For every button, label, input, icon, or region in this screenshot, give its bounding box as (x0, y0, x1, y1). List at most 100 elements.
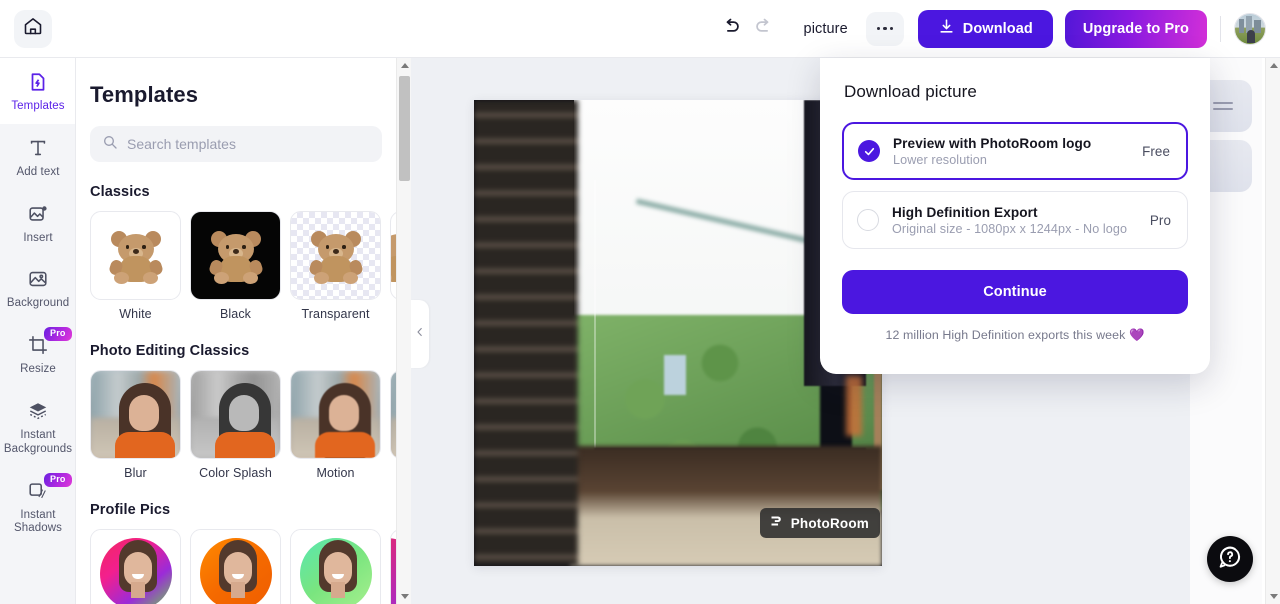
sidebar-item-label: Resize (20, 363, 56, 376)
home-button[interactable] (14, 9, 52, 48)
template-item[interactable]: White (90, 211, 181, 321)
download-icon (938, 18, 955, 39)
continue-button[interactable]: Continue (842, 270, 1188, 314)
upgrade-button-label: Upgrade to Pro (1082, 20, 1189, 37)
section-title-classics: Classics (90, 184, 150, 200)
help-question-icon (1217, 544, 1243, 575)
download-modal: Download picture Preview with PhotoRoom … (820, 58, 1210, 374)
redo-button[interactable] (748, 12, 782, 46)
sidebar-item-label: Insert (23, 231, 53, 244)
panel-scrollbar[interactable] (396, 58, 411, 604)
template-label: Black (219, 307, 252, 321)
radio-unselected-icon[interactable] (857, 209, 879, 231)
pro-badge: Pro (44, 327, 72, 342)
photoroom-watermark: PhotoRoom (759, 508, 880, 538)
section-title-profile-pics: Profile Pics (90, 502, 171, 518)
sidebar-item-label: Add text (16, 165, 60, 178)
page-scrollbar[interactable] (1265, 58, 1280, 604)
upgrade-to-pro-button[interactable]: Upgrade to Pro (1064, 9, 1207, 48)
scroll-up-arrow[interactable] (1266, 58, 1280, 73)
template-item[interactable]: Color Splash (190, 370, 281, 480)
more-options-button[interactable] (865, 11, 904, 46)
chevron-left-icon (414, 325, 426, 343)
option-title: Preview with PhotoRoom logo (893, 135, 1092, 151)
template-thumbnail-white[interactable] (90, 211, 181, 300)
sidebar-item-label: Instant Backgrounds (3, 428, 73, 455)
template-item[interactable]: Black (190, 211, 281, 321)
watermark-label: PhotoRoom (790, 515, 869, 531)
template-label: Motion (316, 466, 355, 480)
modal-footer-note: 12 million High Definition exports this … (885, 328, 1145, 342)
sidebar-item-background[interactable]: Background (0, 255, 75, 321)
sidebar-item-instant-shadows[interactable]: Pro Instant Shadows (0, 467, 75, 547)
template-thumbnail-black[interactable] (190, 211, 281, 300)
template-label: White (119, 307, 152, 321)
search-icon (102, 134, 118, 155)
sidebar-item-instant-backgrounds[interactable]: Instant Backgrounds (0, 387, 75, 467)
header-actions: picture Download Upgrade to Pro (714, 9, 1280, 48)
template-thumbnail-profile-green[interactable] (290, 529, 381, 604)
sidebar-item-templates[interactable]: Templates (0, 58, 75, 124)
template-file-icon (27, 70, 49, 94)
template-item[interactable] (290, 529, 381, 604)
scrollbar-thumb[interactable] (399, 76, 410, 181)
templates-panel: Templates Classics White Blac (76, 58, 396, 604)
template-thumbnail-blur[interactable] (90, 370, 181, 459)
thumb-row-profile-pics (76, 529, 396, 604)
option-tag-pro: Pro (1149, 212, 1171, 228)
template-thumbnail-profile-pink[interactable] (90, 529, 181, 604)
scroll-down-arrow[interactable] (1266, 589, 1280, 604)
page-title: Templates (90, 82, 199, 107)
thumb-row-classics: White Black Transparent (76, 211, 396, 321)
sidebar-item-add-text[interactable]: Add text (0, 124, 75, 190)
template-item[interactable]: Motion (290, 370, 381, 480)
scroll-down-arrow[interactable] (397, 589, 412, 604)
search-input[interactable] (127, 136, 370, 152)
collapse-panel-handle[interactable] (411, 300, 429, 368)
template-thumbnail-transparent[interactable] (290, 211, 381, 300)
undo-button[interactable] (714, 12, 748, 46)
template-item[interactable] (190, 529, 281, 604)
scroll-up-arrow[interactable] (397, 58, 412, 73)
document-title[interactable]: picture (804, 21, 848, 37)
thumb-row-photo-editing: Blur Color Splash Motion (76, 370, 396, 480)
section-title-photo-editing: Photo Editing Classics (90, 343, 250, 359)
option-subtitle: Original size - 1080px x 1244px - No log… (892, 221, 1128, 236)
text-icon (27, 136, 49, 160)
sidebar-item-label: Background (6, 297, 70, 310)
menu-lines-icon (1213, 98, 1233, 114)
search-templates-box[interactable] (90, 126, 382, 162)
template-thumbnail-motion[interactable] (290, 370, 381, 459)
template-item[interactable] (90, 529, 181, 604)
template-item[interactable]: Transparent (290, 211, 381, 321)
insert-image-icon (27, 202, 49, 226)
help-button[interactable] (1207, 536, 1253, 582)
download-option-hd[interactable]: High Definition Export Original size - 1… (842, 191, 1188, 249)
template-label: Transparent (301, 307, 370, 321)
download-button[interactable]: Download (917, 9, 1053, 48)
sidebar-item-label: Instant Shadows (13, 508, 62, 535)
sidebar-item-resize[interactable]: Pro Resize (0, 321, 75, 387)
radio-selected-icon[interactable] (858, 140, 880, 162)
option-text: Preview with PhotoRoom logo Lower resolu… (893, 136, 1142, 167)
home-icon (23, 16, 43, 41)
option-title: High Definition Export (892, 204, 1038, 220)
sidebar-item-label: Templates (11, 100, 65, 112)
left-tool-rail: Templates Add text Insert Background Pro… (0, 58, 76, 604)
template-label: Color Splash (199, 466, 272, 480)
avatar[interactable] (1234, 12, 1266, 45)
photoroom-logo-icon (769, 514, 784, 532)
template-thumbnail-color-splash[interactable] (190, 370, 281, 459)
modal-title: Download picture (844, 82, 977, 101)
download-option-preview[interactable]: Preview with PhotoRoom logo Lower resolu… (842, 122, 1188, 180)
download-button-label: Download (962, 20, 1033, 37)
undo-icon (720, 16, 741, 42)
header-divider (1220, 15, 1221, 42)
template-thumbnail-profile-orange[interactable] (190, 529, 281, 604)
option-tag-free: Free (1142, 143, 1170, 159)
sidebar-item-insert[interactable]: Insert (0, 190, 75, 256)
option-text: High Definition Export Original size - 1… (892, 205, 1150, 236)
template-label: Blur (124, 466, 147, 480)
template-item[interactable]: Blur (90, 370, 181, 480)
photoroom-editor: picture Download Upgrade to Pro Template… (0, 0, 1280, 604)
